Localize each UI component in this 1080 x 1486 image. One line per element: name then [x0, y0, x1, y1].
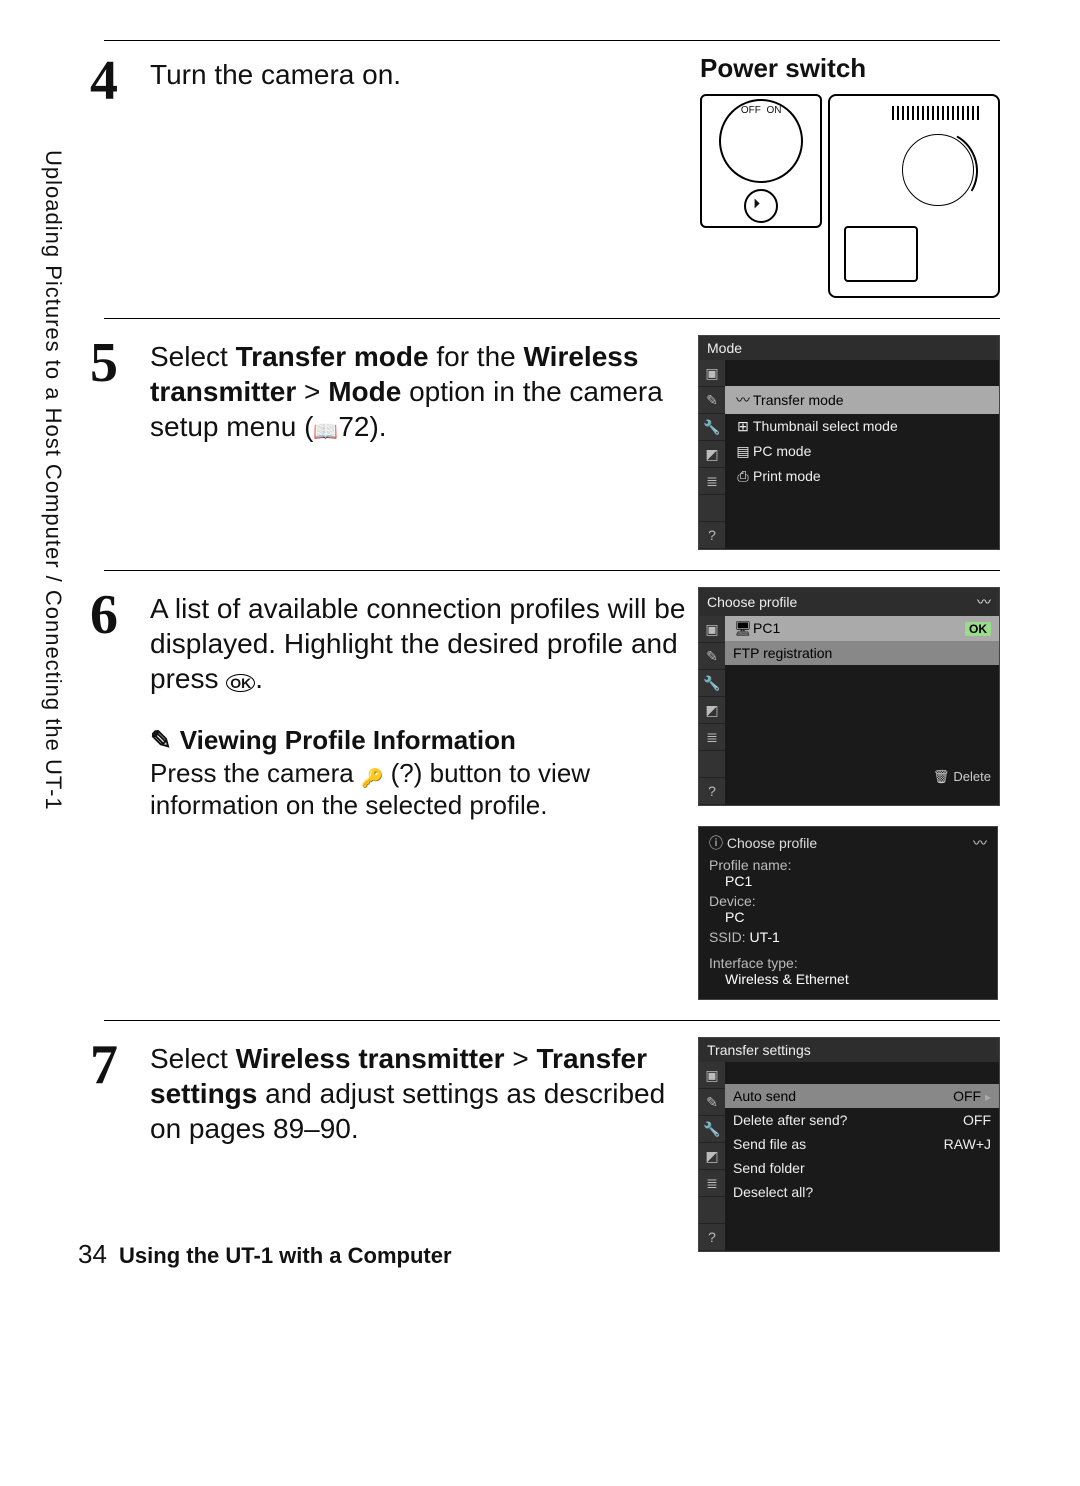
field-label: Interface type: — [709, 955, 987, 971]
menu-title: Transfer settings — [707, 1042, 811, 1058]
power-dial-icon: OFF ON — [700, 94, 822, 228]
menu-item-transfer-mode: 〰Transfer mode ▸ — [725, 386, 999, 414]
setting-row-auto-send: Auto send OFF ▸ — [725, 1084, 999, 1108]
page-footer: 34 Using the UT-1 with a Computer — [78, 1239, 452, 1270]
info-title: Choose profile — [727, 835, 817, 851]
step-6: 6 A list of available connection profile… — [90, 577, 1000, 1014]
step-number: 7 — [90, 1037, 150, 1093]
menu-title: Mode — [707, 340, 742, 356]
retouch-icon: ◩ — [699, 441, 725, 468]
step-number: 4 — [90, 53, 150, 109]
note-heading: Viewing Profile Information — [150, 724, 688, 757]
setting-row-send-folder: Send folder — [725, 1156, 999, 1180]
wrench-icon: 🔧 — [699, 414, 725, 441]
field-label: SSID: UT-1 — [709, 929, 987, 945]
divider — [104, 1020, 1000, 1021]
divider — [104, 40, 1000, 41]
step-text: A list of available connection profiles … — [150, 587, 698, 822]
divider — [104, 570, 1000, 571]
field-label: Device: — [709, 893, 987, 909]
step-number: 6 — [90, 587, 150, 643]
menu-item-print-mode: ⎙Print mode — [725, 464, 999, 489]
profile-row-ftp: FTP registration — [725, 641, 999, 665]
mode-menu-screenshot: Mode ▣ ✎ 🔧 ◩ ≣ ? — [698, 335, 1000, 550]
step-number: 5 — [90, 335, 150, 391]
camera-body-icon — [828, 94, 1000, 298]
field-label: Profile name: — [709, 857, 987, 873]
menu-sidebar: ▣ ✎ 🔧 ◩ ≣ ? — [699, 360, 725, 549]
step-5: 5 Select Transfer mode for the Wireless … — [90, 325, 1000, 564]
delete-icon — [933, 769, 954, 785]
key-icon — [361, 758, 383, 788]
breadcrumb: Uploading Pictures to a Host Computer / … — [40, 150, 66, 811]
wifi-icon: 〰 — [977, 592, 991, 612]
camera-icon: ▣ — [699, 360, 725, 387]
step-text: Select Wireless transmitter > Transfer s… — [150, 1037, 698, 1146]
menu-item-thumbnail: ⊞Thumbnail select mode — [725, 414, 999, 439]
chevron-right-icon: ▸ — [985, 393, 991, 407]
menu-title: Choose profile — [707, 594, 797, 610]
choose-profile-screenshot: Choose profile 〰 ▣✎🔧◩≣? 🖥PC1 OK FTP regis… — [698, 587, 1000, 806]
info-icon: ⓘ — [709, 835, 723, 851]
setting-row-deselect: Deselect all? — [725, 1180, 999, 1204]
ok-button-icon: OK — [226, 674, 255, 692]
illustration-caption: Power switch — [700, 53, 1000, 84]
menu-item-pc-mode: ▤PC mode — [725, 439, 999, 464]
setting-row-send-file-as: Send file asRAW+J — [725, 1132, 999, 1156]
field-value: Wireless & Ethernet — [709, 971, 987, 987]
step-7: 7 Select Wireless transmitter > Transfer… — [90, 1027, 1000, 1266]
stack-icon: ≣ — [699, 468, 725, 495]
page-number: 34 — [78, 1239, 107, 1269]
ok-badge: OK — [965, 622, 991, 636]
book-icon — [313, 411, 338, 442]
step-text: Select Transfer mode for the Wireless tr… — [150, 335, 698, 445]
camera-illustration: OFF ON — [700, 94, 1000, 298]
field-value: PC1 — [709, 873, 987, 889]
delete-label: Delete — [953, 769, 991, 785]
menu-sidebar: ▣✎🔧◩≣? — [699, 1062, 725, 1251]
step-4: 4 Turn the camera on. Power switch OFF O… — [90, 43, 1000, 312]
wifi-icon: 〰 — [973, 833, 987, 853]
help-icon: ? — [699, 522, 725, 549]
profile-info-screenshot: ⓘ Choose profile 〰 Profile name: PC1 Devi… — [698, 826, 998, 1000]
pencil-icon: ✎ — [699, 387, 725, 414]
step-illustration: Power switch OFF ON — [700, 53, 1000, 298]
chevron-right-icon: ▸ — [985, 1090, 991, 1104]
menu-sidebar: ▣✎🔧◩≣? — [699, 616, 725, 805]
step-text: Turn the camera on. — [150, 53, 700, 92]
transfer-settings-screenshot: Transfer settings ▣✎🔧◩≣? Auto send OFF ▸ — [698, 1037, 1000, 1252]
profile-row-pc1: 🖥PC1 OK — [725, 616, 999, 641]
divider — [104, 318, 1000, 319]
field-value: PC — [709, 909, 987, 925]
chapter-title: Using the UT-1 with a Computer — [119, 1243, 451, 1268]
setting-row-delete-after: Delete after send?OFF — [725, 1108, 999, 1132]
